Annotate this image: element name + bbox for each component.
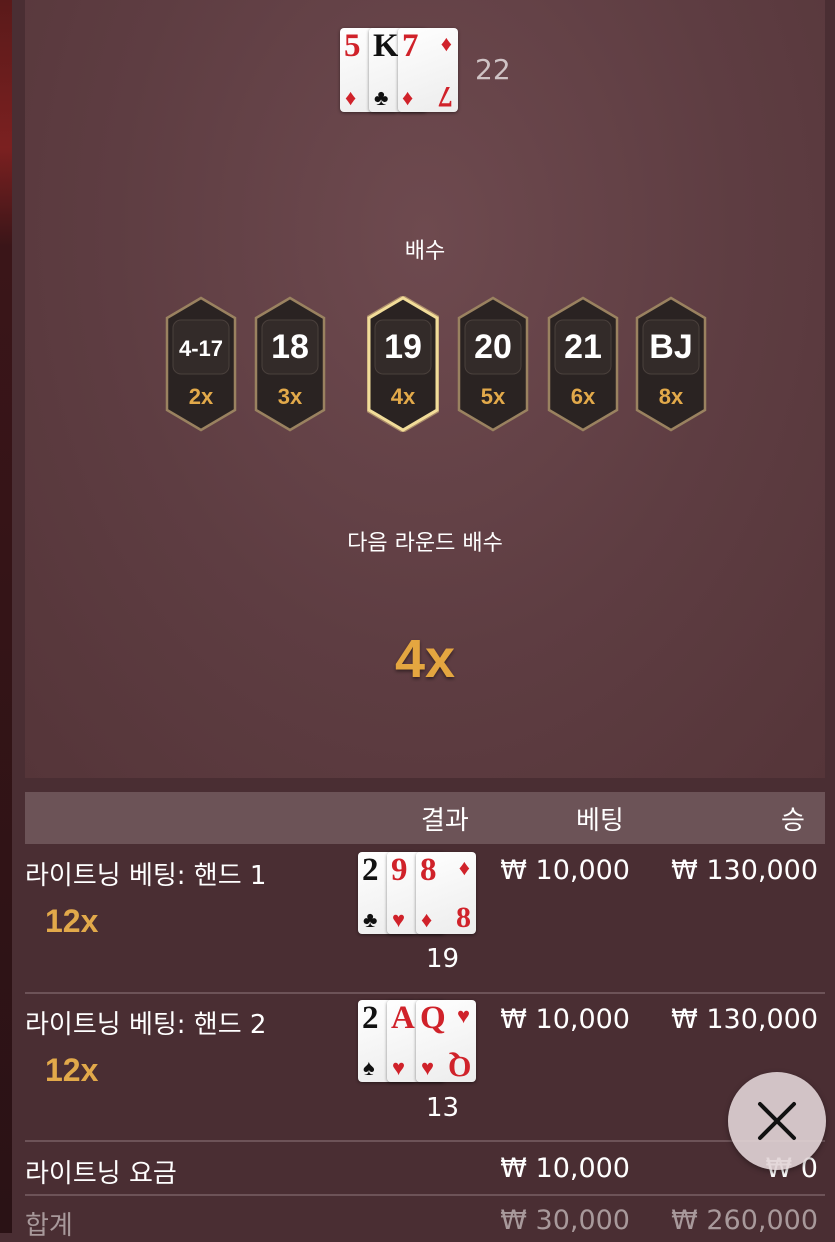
header-win: 승: [781, 806, 805, 836]
card-suit: ♦: [402, 85, 414, 110]
multiplier-title: 배수: [404, 239, 446, 264]
hand-card: 8 ♦ ♦ 8: [416, 852, 476, 934]
card-suit: ♦: [345, 85, 357, 110]
hand-cards: 2 ♣ 9 ♥ 8 ♦ ♦ 8: [358, 852, 476, 934]
close-button[interactable]: [728, 1072, 826, 1170]
card-suit: ♠: [363, 1055, 375, 1080]
row-bet: ₩ 10,000: [500, 1153, 630, 1184]
card-suit: ♣: [363, 907, 378, 932]
row-bet: ₩ 10,000: [500, 855, 630, 886]
game-result-panel: 5 ♦ K ♣ 7 ♦ ♦ 7 22 배수 4-17 2x 18 3x 19 4…: [25, 0, 825, 778]
row-multiplier: 12x: [45, 1052, 99, 1088]
card-suit: ♦: [440, 31, 452, 56]
badge-multiplier: 2x: [188, 384, 214, 409]
card-rank: 8: [420, 852, 437, 888]
background-strip: [0, 0, 12, 1233]
dealer-total: 22: [475, 53, 511, 86]
badge-value: 18: [271, 328, 309, 366]
multiplier-badge: 4-17 2x: [165, 296, 237, 432]
card-suit: ♥: [421, 1055, 435, 1080]
badge-value: BJ: [649, 328, 693, 366]
multiplier-badge: 18 3x: [254, 296, 326, 432]
card-rank: 7: [402, 28, 419, 64]
card-rank: A: [391, 1000, 415, 1036]
card-suit: ♥: [392, 907, 406, 932]
row-win: ₩ 130,000: [671, 855, 818, 886]
card-rank: 9: [391, 852, 408, 888]
row-label: 라이트닝 베팅: 핸드 2: [25, 1010, 267, 1040]
close-x-icon: [728, 1072, 826, 1170]
card-suit: ♥: [392, 1055, 406, 1080]
badge-value: 21: [564, 328, 602, 366]
header-result: 결과: [421, 806, 469, 836]
card-suit: ♦: [421, 907, 433, 932]
badge-multiplier: 4x: [390, 384, 416, 409]
hand-total: 13: [426, 1093, 460, 1123]
hand-cards: 2 ♠ A ♥ Q ♥ ♥ Q: [358, 1000, 476, 1083]
next-round-title: 다음 라운드 배수: [347, 531, 503, 556]
card-rank: K: [373, 28, 399, 64]
badge-multiplier: 6x: [570, 384, 596, 409]
row-bet: ₩ 30,000: [500, 1205, 630, 1236]
multiplier-badge: BJ 8x: [635, 296, 707, 432]
badge-value: 19: [384, 328, 422, 366]
row-divider: [25, 992, 825, 994]
card-rank: Q: [420, 1000, 446, 1036]
card-rank: 7: [438, 80, 453, 113]
results-table-header: 결과 베팅 승: [25, 792, 825, 844]
row-multiplier: 12x: [45, 903, 99, 939]
card-rank: 2: [362, 1000, 379, 1036]
card-rank: 8: [456, 901, 471, 934]
multiplier-badges: 4-17 2x 18 3x 19 4x 20 5x 21 6x BJ 8x: [165, 296, 707, 432]
card-suit: ♥: [456, 1003, 470, 1028]
badge-multiplier: 5x: [480, 384, 506, 409]
card-rank: 5: [344, 28, 361, 64]
next-round-multiplier: 4x: [394, 629, 456, 689]
row-divider: [25, 1140, 825, 1142]
card-suit: ♦: [458, 855, 470, 880]
row-win: ₩ 260,000: [671, 1205, 818, 1236]
badge-multiplier: 8x: [658, 384, 684, 409]
row-win: ₩ 130,000: [671, 1004, 818, 1035]
hand-card: Q ♥ ♥ Q: [416, 1000, 476, 1083]
row-label: 합계: [25, 1211, 73, 1241]
row-label: 라이트닝 요금: [25, 1159, 177, 1189]
card-rank: Q: [447, 1050, 471, 1083]
dealer-card: 7 ♦ ♦ 7: [398, 28, 458, 113]
badge-value: 20: [474, 328, 512, 366]
multiplier-badge: 20 5x: [457, 296, 529, 432]
hand-total: 19: [426, 944, 460, 974]
dealer-cards: 5 ♦ K ♣ 7 ♦ ♦ 7: [340, 28, 460, 113]
badge-value: 4-17: [178, 336, 224, 361]
row-label: 라이트닝 베팅: 핸드 1: [25, 861, 267, 891]
card-rank: 2: [362, 852, 379, 888]
header-bet: 베팅: [576, 806, 624, 836]
row-divider: [25, 1194, 825, 1196]
badge-multiplier: 3x: [277, 384, 303, 409]
row-bet: ₩ 10,000: [500, 1004, 630, 1035]
multiplier-badge: 21 6x: [547, 296, 619, 432]
card-suit: ♣: [374, 85, 389, 110]
multiplier-badge-highlighted: 19 4x: [367, 296, 439, 432]
